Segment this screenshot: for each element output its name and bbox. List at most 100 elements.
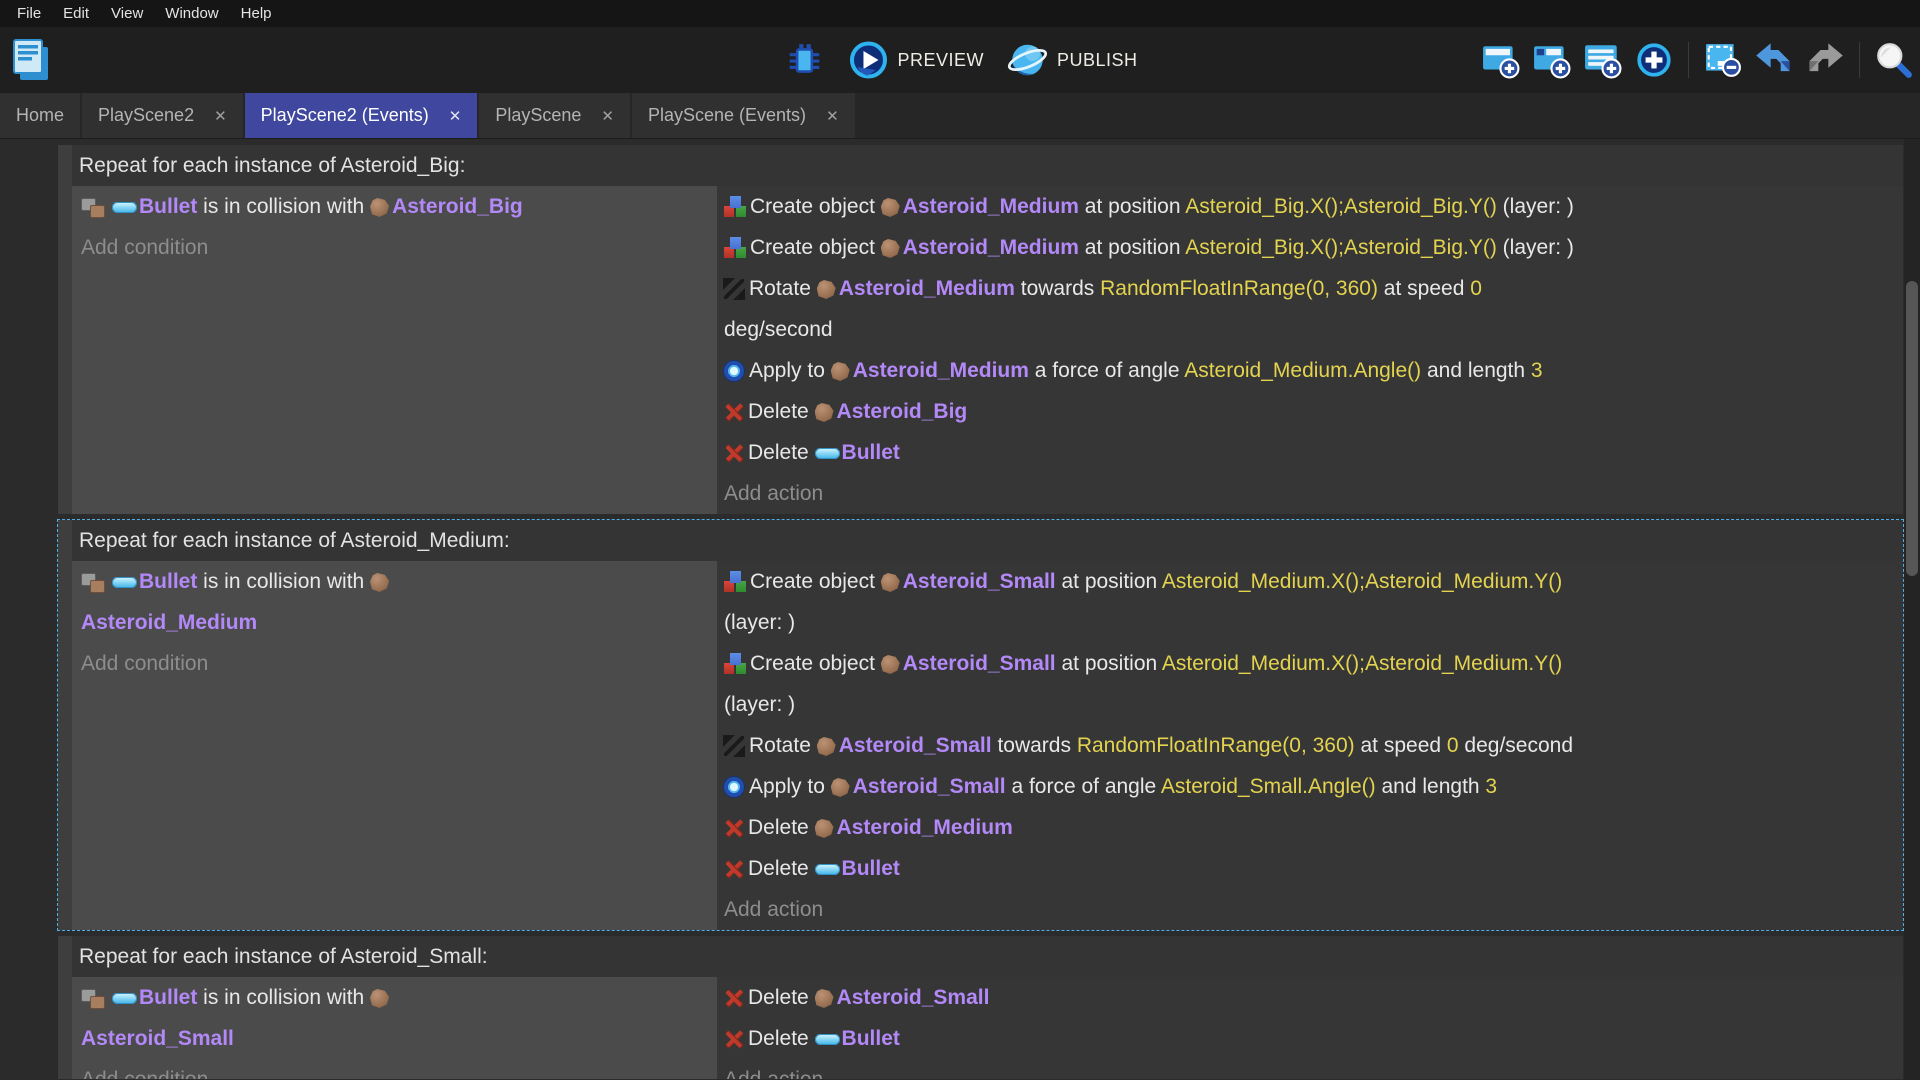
instruction-text: deg/second: [724, 318, 833, 341]
tab-playscene2[interactable]: PlayScene2 ✕: [82, 93, 243, 138]
instruction-text: deg/second: [1459, 734, 1573, 757]
action-row[interactable]: Create object Asteroid_Small at position…: [724, 561, 1903, 643]
asteroid-icon: [831, 778, 850, 797]
asteroid-icon: [881, 573, 900, 592]
bullet-icon: [815, 1034, 840, 1045]
rotate-icon: [724, 736, 744, 756]
instruction-text: Create object: [750, 195, 881, 218]
collision-icon: [81, 197, 105, 218]
add-circle-icon[interactable]: [1632, 38, 1676, 82]
event-drag-handle[interactable]: [58, 936, 72, 1079]
add-condition-button[interactable]: Add condition: [81, 227, 717, 268]
menu-help[interactable]: Help: [230, 0, 283, 27]
add-action-button[interactable]: Add action: [724, 889, 1903, 930]
expression: 0: [1470, 277, 1482, 300]
action-row[interactable]: Create object Asteroid_Medium at positio…: [724, 227, 1903, 268]
action-row[interactable]: Rotate Asteroid_Medium towards RandomFlo…: [724, 268, 1903, 350]
object-name: Asteroid_Medium: [81, 611, 257, 634]
menu-view[interactable]: View: [100, 0, 154, 27]
instruction-text: (layer: ): [1497, 236, 1574, 259]
menu-file[interactable]: File: [6, 0, 52, 27]
bullet-icon: [112, 202, 137, 213]
tab-playscene2-events[interactable]: PlayScene2 (Events) ✕: [245, 93, 478, 138]
preview-button[interactable]: PREVIEW: [848, 40, 984, 80]
event-header-asteroid-medium[interactable]: Repeat for each instance of Asteroid_Med…: [72, 520, 1903, 561]
debug-icon[interactable]: [782, 38, 826, 82]
condition-row[interactable]: Bullet is in collision with Asteroid_Big: [81, 186, 717, 227]
action-row[interactable]: Rotate Asteroid_Small towards RandomFloa…: [724, 725, 1903, 766]
search-icon[interactable]: [1872, 38, 1916, 82]
event-block-asteroid-small: Repeat for each instance of Asteroid_Sma…: [57, 935, 1904, 1079]
tab-playscene[interactable]: PlayScene✕: [479, 93, 630, 138]
close-icon[interactable]: ✕: [826, 107, 839, 125]
add-condition-button[interactable]: Add condition: [81, 1059, 717, 1079]
condition-row[interactable]: Bullet is in collision with Asteroid_Med…: [81, 561, 717, 643]
vertical-scrollbar[interactable]: [1904, 139, 1920, 1080]
event-drag-handle[interactable]: [58, 520, 72, 930]
object-name: Asteroid_Big: [837, 400, 968, 423]
tab-label: PlayScene2 (Events): [261, 105, 429, 126]
add-comment-icon[interactable]: [1581, 38, 1625, 82]
expression: Asteroid_Big.X();Asteroid_Big.Y(): [1185, 195, 1497, 218]
add-condition-button[interactable]: Add condition: [81, 643, 717, 684]
close-icon[interactable]: ✕: [449, 107, 462, 125]
scrollbar-thumb[interactable]: [1906, 281, 1918, 576]
add-event-icon[interactable]: [1479, 38, 1523, 82]
event-header-asteroid-big[interactable]: Repeat for each instance of Asteroid_Big…: [72, 145, 1903, 186]
action-row[interactable]: Delete Asteroid_Big: [724, 391, 1903, 432]
toolbar-separator: [1859, 42, 1860, 78]
tab-playscene-events[interactable]: PlayScene (Events)✕: [632, 93, 855, 138]
event-header-asteroid-small[interactable]: Repeat for each instance of Asteroid_Sma…: [72, 936, 1903, 977]
expression: 3: [1531, 359, 1543, 382]
gdevelop-logo-icon[interactable]: [10, 37, 52, 83]
instruction-text: Rotate: [749, 734, 817, 757]
action-row[interactable]: Delete Bullet: [724, 432, 1903, 473]
event-drag-handle[interactable]: [58, 145, 72, 514]
action-row[interactable]: Apply to Asteroid_Small a force of angle…: [724, 766, 1903, 807]
instruction-text: a force of angle: [1029, 359, 1184, 382]
object-name: Bullet: [139, 195, 197, 218]
object-name: Asteroid_Small: [853, 775, 1006, 798]
menu-bar: FileEditViewWindowHelp: [0, 0, 1920, 27]
asteroid-icon: [815, 989, 834, 1008]
add-action-button[interactable]: Add action: [724, 1059, 1903, 1079]
close-icon[interactable]: ✕: [601, 107, 614, 125]
publish-button[interactable]: PUBLISH: [1006, 39, 1138, 81]
action-row[interactable]: Delete Bullet: [724, 1018, 1903, 1059]
close-icon[interactable]: ✕: [214, 107, 227, 125]
menu-window[interactable]: Window: [154, 0, 229, 27]
add-subevent-icon[interactable]: [1530, 38, 1574, 82]
expression: Asteroid_Big.X();Asteroid_Big.Y(): [1185, 236, 1497, 259]
action-row[interactable]: Delete Asteroid_Medium: [724, 807, 1903, 848]
create-icon: [724, 196, 746, 218]
asteroid-icon: [817, 737, 836, 756]
condition-row[interactable]: Bullet is in collision with Asteroid_Sma…: [81, 977, 717, 1059]
object-name: Asteroid_Medium: [903, 195, 1079, 218]
undo-icon[interactable]: [1752, 38, 1796, 82]
object-name: Asteroid_Small: [903, 652, 1056, 675]
delete-selection-icon[interactable]: [1701, 38, 1745, 82]
event-block-asteroid-medium: Repeat for each instance of Asteroid_Med…: [57, 519, 1904, 931]
redo-icon[interactable]: [1803, 38, 1847, 82]
menu-edit[interactable]: Edit: [52, 0, 100, 27]
publish-globe-icon: [1006, 39, 1048, 81]
asteroid-icon: [831, 362, 850, 381]
instruction-text: Delete: [748, 857, 815, 880]
tab-label: Home: [16, 105, 64, 126]
tab-home[interactable]: Home: [0, 93, 80, 138]
add-action-button[interactable]: Add action: [724, 473, 1903, 514]
tab-label: PlayScene2: [98, 105, 194, 126]
instruction-text: Delete: [748, 1027, 815, 1050]
object-name: Asteroid_Medium: [837, 816, 1013, 839]
expression: RandomFloatInRange(0, 360): [1100, 277, 1378, 300]
force-icon: [724, 361, 744, 381]
action-row[interactable]: Create object Asteroid_Small at position…: [724, 643, 1903, 725]
action-row[interactable]: Delete Asteroid_Small: [724, 977, 1903, 1018]
actions-cell: Delete Asteroid_SmallDelete BulletAdd ac…: [717, 977, 1903, 1079]
instruction-text: at speed: [1378, 277, 1470, 300]
action-row[interactable]: Create object Asteroid_Medium at positio…: [724, 186, 1903, 227]
instruction-text: and length: [1421, 359, 1531, 382]
action-row[interactable]: Delete Bullet: [724, 848, 1903, 889]
delete-icon: [724, 818, 744, 839]
action-row[interactable]: Apply to Asteroid_Medium a force of angl…: [724, 350, 1903, 391]
